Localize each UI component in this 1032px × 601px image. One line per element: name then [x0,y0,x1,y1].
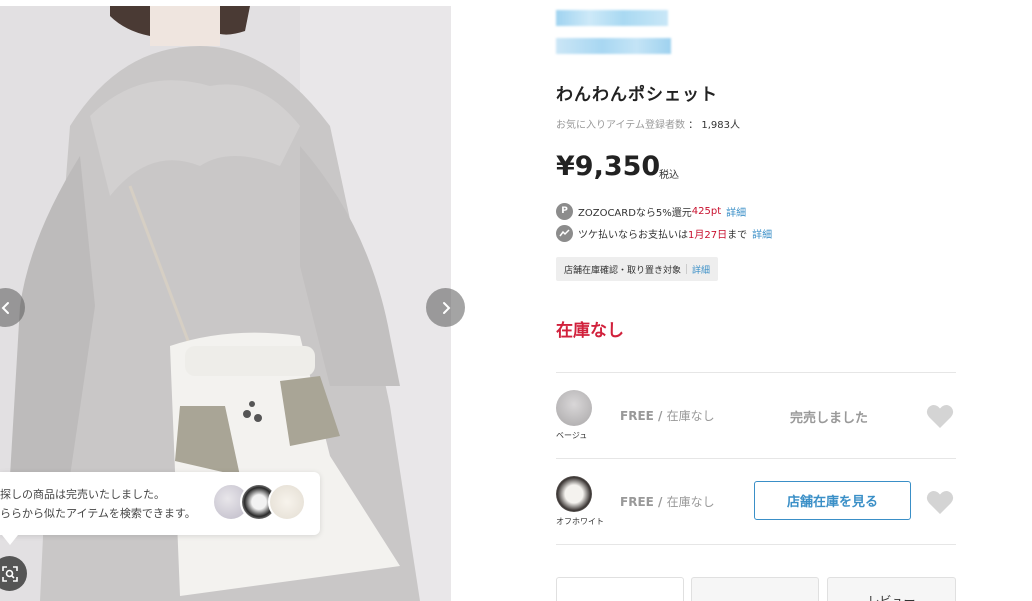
sku-size-stock: FREE / 在庫なし [620,407,715,424]
sku-color-thumbnail[interactable] [556,390,592,426]
favorites-separator: ： [688,120,699,131]
tab-2[interactable] [691,577,819,601]
favorites-label: お気に入りアイテム登録者数 [556,120,685,131]
similar-thumbnail[interactable] [268,482,306,521]
store-tag-detail-link[interactable]: 詳細 [692,263,710,276]
sku-slash: / [658,495,663,509]
tab-review[interactable]: レビュー [827,577,956,601]
tsuke-detail-link[interactable]: 詳細 [752,226,772,241]
points-text: ZOZOCARDなら5%還元 [578,207,692,219]
image-search-icon [1,565,18,582]
sku-row: オフホワイト FREE / 在庫なし 店舗在庫を見る [556,459,956,545]
tsuke-payment-icon [556,224,573,242]
similar-message-line1: 探しの商品は完売いたしました。 [0,487,165,501]
sku-color-name: ベージュ [556,431,588,440]
popup-pointer [2,535,18,545]
payment-benefits: P ZOZOCARDなら5%還元 425pt 詳細 ツケ払いならお支払いは 1月… [556,200,772,244]
sku-stock: 在庫なし [666,409,715,423]
tsuke-text: ツケ払いならお支払いは [578,229,688,241]
sku-size: FREE [620,409,654,423]
similar-item-thumbnails[interactable] [212,482,307,525]
heart-icon[interactable] [926,489,954,515]
similar-message-line2: ららから似たアイテムを検索できます。 [0,506,196,520]
sku-size: FREE [620,495,654,509]
points-icon: P [556,202,573,220]
points-detail-link[interactable]: 詳細 [726,204,746,219]
tsuke-suffix: まで [727,229,748,241]
product-gallery: 探しの商品は完売いたしました。 ららから似たアイテムを検索できます。 [0,0,470,601]
store-stock-button[interactable]: 店舗在庫を見る [754,481,911,520]
tax-label: 税込 [659,170,679,181]
store-stock-tag: 店舗在庫確認・取り置き対象 詳細 [556,257,719,281]
brand-link-blurred[interactable] [556,38,671,54]
sku-color-thumbnail[interactable] [556,476,592,512]
similar-items-popup[interactable]: 探しの商品は完売いたしました。 ららから似たアイテムを検索できます。 [0,472,320,535]
points-amount: 425pt [691,205,722,217]
sku-stock: 在庫なし [666,495,715,509]
product-price: ¥9,350 [556,151,661,182]
tsuke-payment-row: ツケ払いならお支払いは 1月27日 まで 詳細 [556,222,772,244]
brand-name-blurred[interactable] [556,10,668,26]
chevron-right-icon [442,301,450,314]
chevron-left-icon [1,301,9,314]
product-title: わんわんポシェット [556,85,718,105]
next-image-button[interactable] [426,288,465,327]
sku-color-name: オフホワイト [556,517,604,526]
store-tag-label: 店舗在庫確認・取り置き対象 [564,265,682,276]
sku-slash: / [658,409,663,423]
tab-1[interactable] [556,577,684,601]
favorites-count: お気に入りアイテム登録者数 ： 1,983人 [556,116,740,131]
divider [556,544,956,545]
stock-status: 在庫なし [556,321,624,341]
heart-icon[interactable] [926,403,954,429]
sku-row: ベージュ FREE / 在庫なし 完売しました [556,373,956,459]
sku-size-stock: FREE / 在庫なし [620,493,715,510]
zozocard-points-row: P ZOZOCARDなら5%還元 425pt 詳細 [556,200,772,222]
favorites-number: 1,983人 [701,120,741,131]
similar-items-message: 探しの商品は完売いたしました。 ららから似たアイテムを検索できます。 [0,485,212,523]
bottom-tabs: レビュー [556,577,956,601]
tsuke-date: 1月27日 [688,229,728,241]
sold-out-label: 完売しました [790,411,869,426]
store-tag-divider [686,264,688,274]
